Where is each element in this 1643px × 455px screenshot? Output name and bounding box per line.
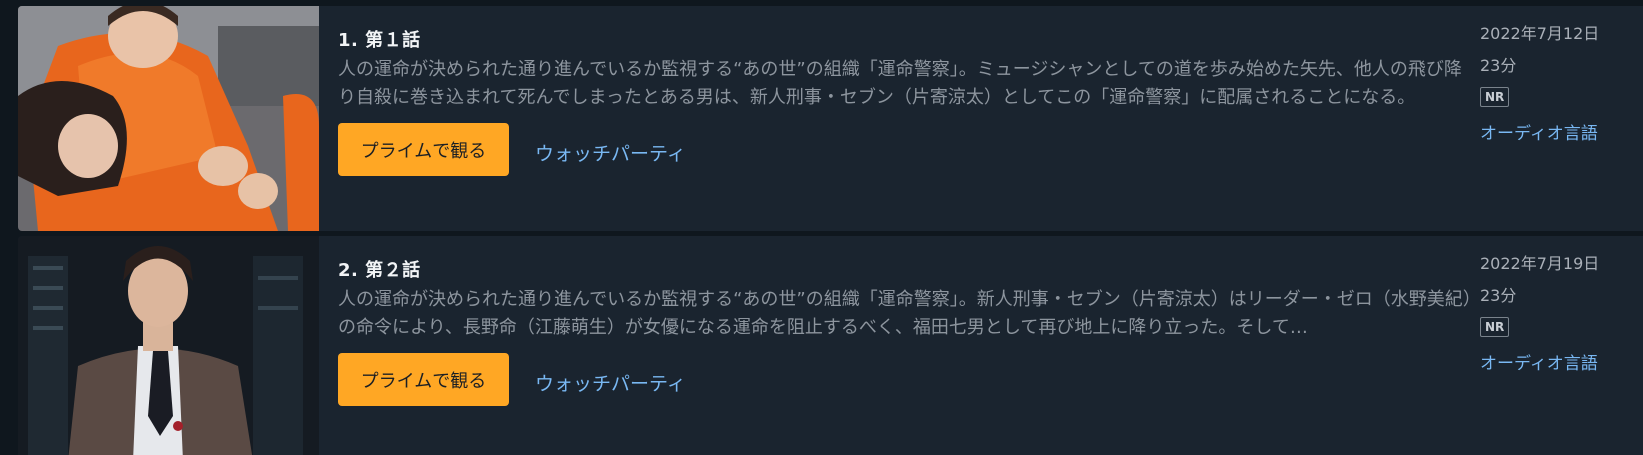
episode-title[interactable]: 2. 第２話: [338, 256, 421, 282]
audio-languages-link[interactable]: オーディオ言語: [1480, 119, 1630, 144]
watch-party-link[interactable]: ウォッチパーティ: [535, 139, 686, 166]
watch-with-prime-button[interactable]: プライムで観る: [338, 123, 509, 176]
release-date: 2022年7月19日: [1480, 254, 1600, 273]
maturity-rating-badge[interactable]: NR: [1480, 317, 1510, 337]
watch-party-link[interactable]: ウォッチパーティ: [535, 369, 686, 396]
runtime: 23分: [1480, 286, 1517, 305]
episode-thumbnail[interactable]: [18, 6, 319, 231]
episode-synopsis: 人の運命が決められた通り進んでいるか監視する“あの世”の組織「運命警察」。ミュー…: [338, 59, 1462, 108]
episode-2-thumbnail-image: [18, 236, 319, 455]
episode-synopsis: 人の運命が決められた通り進んでいるか監視する“あの世”の組織「運命警察」。新人刑…: [338, 289, 1472, 338]
audio-languages-link[interactable]: オーディオ言語: [1480, 349, 1630, 374]
release-date: 2022年7月12日: [1480, 24, 1600, 43]
episode-card: 1. 第１話 人の運命が決められた通り進んでいるか監視する“あの世”の組織「運命…: [18, 6, 1643, 231]
episode-1-thumbnail-image: [18, 6, 319, 231]
episode-thumbnail[interactable]: [18, 236, 319, 455]
episode-meta: 2022年7月12日 23分 NR オーディオ言語: [1480, 24, 1630, 144]
maturity-rating-badge[interactable]: NR: [1480, 87, 1510, 107]
episode-title[interactable]: 1. 第１話: [338, 26, 421, 52]
episode-card: 2. 第２話 人の運命が決められた通り進んでいるか監視する“あの世”の組織「運命…: [18, 236, 1643, 455]
runtime: 23分: [1480, 56, 1517, 75]
watch-with-prime-button[interactable]: プライムで観る: [338, 353, 509, 406]
episode-meta: 2022年7月19日 23分 NR オーディオ言語: [1480, 254, 1630, 374]
